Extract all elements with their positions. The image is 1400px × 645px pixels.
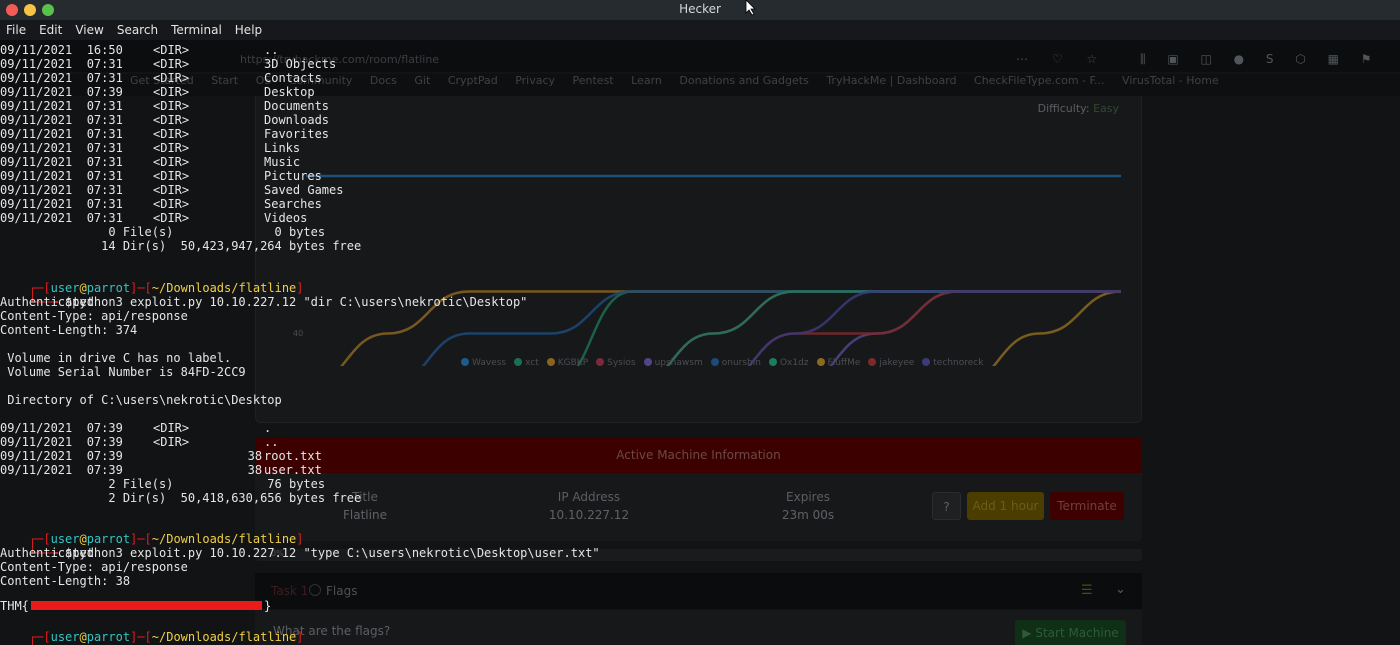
volume-label: Volume in drive C has no label. [0,351,232,365]
entry-name: Searches [264,197,322,211]
window-titlebar: Hecker [0,0,1400,20]
summary-files-2: 2 File(s) 76 bytes [0,477,326,491]
menu-terminal[interactable]: Terminal [171,23,222,37]
redacted-flag [31,601,262,610]
prompt-line-2: ┌─[user@parrot]─[~/Downloads/flatline] [28,532,304,546]
entry-name: Downloads [264,113,330,127]
prompt-line-3: ┌─[user@parrot]─[~/Downloads/flatline] [28,630,304,644]
entry-name: Contacts [264,71,322,85]
terminal-output[interactable]: 09/11/2021 16:50 <DIR>.. 09/11/2021 07:31 <… [0,40,1400,645]
entry-type: <DIR> [153,211,190,225]
summary-dirs-1: 14 Dir(s) 50,423,947,264 bytes free [0,239,362,253]
entry-date: 09/11/2021 07:31 [0,141,123,155]
entry-date: 09/11/2021 07:31 [0,155,123,169]
entry-name: Links [264,141,301,155]
prompt-line-1: ┌─[user@parrot]─[~/Downloads/flatline] [28,281,304,295]
entry-type: <DIR> [153,43,190,57]
entry-date: 09/11/2021 07:31 [0,99,123,113]
entry-type: <DIR> [153,57,190,71]
mouse-cursor-icon [745,0,756,16]
entry-date: 09/11/2021 07:39 [0,421,123,435]
command-line-2: └──╼ $python3 exploit.py 10.10.227.12 "t… [28,546,600,560]
response-authenticated-1: Authenticated [0,295,94,309]
response-content-length-2: Content-Length: 38 [0,574,131,588]
entry-name: Documents [264,99,330,113]
entry-name: . [264,421,272,435]
flag-prefix: THM{ [0,599,29,613]
entry-type: <DIR> [153,71,190,85]
entry-name: .. [264,43,279,57]
entry-date: 09/11/2021 07:31 [0,211,123,225]
command-line-1: └──╼ $python3 exploit.py 10.10.227.12 "d… [28,295,528,309]
window-title: Hecker [679,2,721,16]
entry-name: Favorites [264,127,330,141]
menu-search[interactable]: Search [117,23,158,37]
entry-date: 09/11/2021 07:31 [0,127,123,141]
entry-name: Music [264,155,301,169]
entry-type: <DIR> [153,183,190,197]
entry-name: user.txt [264,463,322,477]
command-dir: $python3 exploit.py 10.10.227.12 "dir C:… [65,295,528,309]
response-authenticated-2: Authenticated [0,546,94,560]
menu-edit[interactable]: Edit [39,23,62,37]
response-content-length-1: Content-Length: 374 [0,323,138,337]
entry-date: 09/11/2021 16:50 [0,43,123,57]
prompt-host: parrot [86,630,131,644]
entry-date: 09/11/2021 07:31 [0,169,123,183]
entry-type: <DIR> [153,155,190,169]
menu-view[interactable]: View [75,23,103,37]
summary-dirs-2: 2 Dir(s) 50,418,630,656 bytes free [0,491,362,505]
entry-date: 09/11/2021 07:31 [0,71,123,85]
entry-size: 38 [247,463,263,477]
entry-date: 09/11/2021 07:31 [0,57,123,71]
entry-type: <DIR> [153,197,190,211]
entry-date: 09/11/2021 07:31 [0,183,123,197]
entry-type: <DIR> [153,435,190,449]
entry-name: Videos [264,211,308,225]
response-content-type-2: Content-Type: api/response [0,560,188,574]
entry-date: 09/11/2021 07:31 [0,113,123,127]
entry-type: <DIR> [153,169,190,183]
entry-type: <DIR> [153,127,190,141]
prompt-at: @ [79,630,87,644]
entry-name: root.txt [264,449,322,463]
terminal-menubar: File Edit View Search Terminal Help [0,20,1400,40]
prompt-path: ~/Downloads/flatline [151,630,297,644]
menu-file[interactable]: File [6,23,26,37]
entry-name: Desktop [264,85,315,99]
entry-type: <DIR> [153,141,190,155]
entry-type: <DIR> [153,421,190,435]
directory-of: Directory of C:\users\nekrotic\Desktop [0,393,282,407]
flag-suffix: } [264,599,272,613]
entry-date: 09/11/2021 07:39 [0,435,123,449]
command-line-3[interactable]: └──╼ $_ [0,630,80,645]
command-type: $python3 exploit.py 10.10.227.12 "type C… [65,546,600,560]
entry-date: 09/11/2021 07:39 [0,463,123,477]
menu-help[interactable]: Help [235,23,262,37]
entry-date: 09/11/2021 07:39 [0,449,123,463]
entry-name: 3D Objects [264,57,337,71]
summary-files-1: 0 File(s) 0 bytes [0,225,326,239]
response-content-type-1: Content-Type: api/response [0,309,188,323]
entry-type: <DIR> [153,99,190,113]
entry-date: 09/11/2021 07:39 [0,85,123,99]
entry-name: .. [264,435,279,449]
volume-serial: Volume Serial Number is 84FD-2CC9 [0,365,246,379]
entry-name: Pictures [264,169,322,183]
entry-date: 09/11/2021 07:31 [0,197,123,211]
entry-type: <DIR> [153,113,190,127]
entry-name: Saved Games [264,183,344,197]
entry-size: 38 [247,449,263,463]
entry-type: <DIR> [153,85,190,99]
